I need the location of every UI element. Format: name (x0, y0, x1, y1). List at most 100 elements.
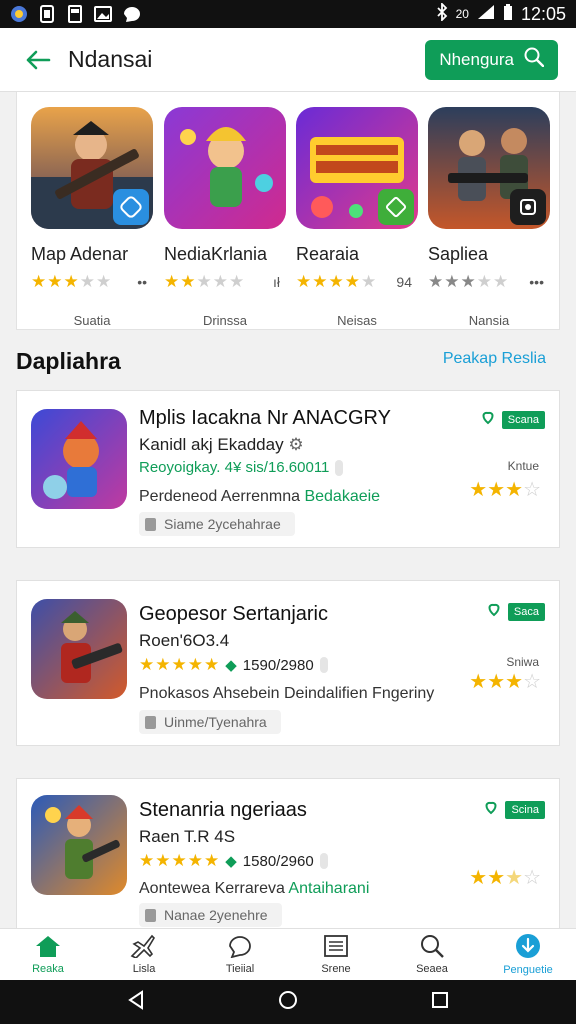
battery-icon (503, 3, 513, 26)
item-description: Aontewea Kerrareva Antaiharani (139, 880, 369, 898)
list-item[interactable]: Mplis Iacakna Nr ANACGRY Kanidl akj Ekad… (16, 390, 560, 548)
item-pill: Siame 2ycehahrae (139, 512, 295, 536)
heart-icon[interactable] (483, 799, 499, 820)
featured-games-carousel: Map Adenar ★ ★ ★ ★ ★ •• NediaKrlania ★ ★ ★ ★ ★ ı… (16, 92, 560, 330)
item-description: Perdeneod Aerrenmna Bedakaeie (139, 488, 380, 506)
verified-icon: ⚙ (288, 435, 304, 454)
clock: 12:05 (520, 3, 566, 24)
game-name: Map Adenar (31, 244, 129, 264)
item-title: Geopesor Sertanjaric (139, 603, 328, 625)
item-description: Pnokasos Ahsebein Deindalifien Fngeriny (139, 685, 434, 703)
back-arrow-icon[interactable] (18, 40, 58, 80)
nav-item-explore[interactable]: Lisla (96, 929, 192, 980)
nav-label: Lisla (132, 963, 156, 975)
chat-icon (226, 934, 254, 961)
back-triangle-icon[interactable] (126, 989, 146, 1015)
game-thumbnail (164, 107, 286, 229)
list-icon (322, 934, 350, 961)
featured-game-card[interactable]: NediaKrlania ★ ★ ★ ★ ★ ıł (164, 107, 286, 292)
heart-icon[interactable] (486, 601, 502, 622)
rating-caption: Kntue (507, 459, 539, 473)
more-indicator: ıł (273, 274, 280, 290)
game-thumbnail (428, 107, 550, 229)
more-indicator: ••• (529, 274, 544, 290)
rating-caption: Sniwa (506, 655, 539, 669)
game-name: Rearaia (296, 244, 360, 264)
download-icon (514, 933, 542, 962)
section-see-more-link[interactable]: Peakap Reslia (443, 350, 546, 368)
item-meta: Reoyoigkay. 4¥ sis/16.60011 (139, 459, 344, 476)
item-pill-text: Nanae 2yenehre (164, 907, 268, 923)
recents-square-icon[interactable] (430, 990, 450, 1015)
storage-icon (66, 5, 84, 23)
item-subtitle: Kanidl akj Ekadday ⚙ (139, 435, 304, 455)
plane-icon (130, 934, 158, 961)
featured-game-card[interactable]: Map Adenar ★ ★ ★ ★ ★ •• (31, 107, 153, 292)
item-pill: Uinme/Tyenahra (139, 710, 281, 734)
game-rating: ★ ★ ★ ★ ★ ••• (428, 272, 550, 292)
item-meta-text: Reoyoigkay. 4¥ sis/16.60011 (139, 459, 330, 476)
item-description-highlight: Antaiharani (288, 880, 370, 897)
featured-game-card[interactable]: Rearaia ★ ★ ★ ★ ★ 94 (296, 107, 418, 292)
app-notification-icon (10, 5, 28, 23)
chat-notification-icon (122, 5, 140, 23)
app-header: Ndansai Nhengura (0, 28, 576, 92)
game-caption: Nansia (468, 313, 510, 328)
search-icon (418, 934, 446, 961)
item-line-stars: ★ ★ ★ ★ ★ (139, 655, 220, 674)
nav-item-list[interactable]: Srene (288, 929, 384, 980)
nav-label: Seaea (416, 963, 448, 975)
nav-label: Reaka (32, 963, 64, 975)
item-description-highlight: Bedakaeie (304, 488, 381, 505)
status-badge: Scina (505, 800, 545, 819)
item-pill-text: Siame 2ycehahrae (164, 516, 281, 532)
meta-divider (319, 657, 328, 673)
home-icon (34, 934, 62, 961)
game-rating: ★ ★ ★ ★ ★ ıł (164, 272, 286, 292)
item-meta: ★ ★ ★ ★ ★ ◆ 1580/2960 (139, 851, 328, 871)
rating-stars: ★ ★ ★ ★ ★ (164, 272, 245, 291)
game-thumbnail (31, 599, 127, 699)
item-subtitle-text: Raen T.R 4S (139, 827, 236, 846)
controller-badge-icon (113, 189, 149, 225)
header-action-label: Nhengura (439, 49, 514, 69)
tag-icon: ◆ (225, 657, 237, 674)
item-subtitle-text: Kanidl akj Ekadday (139, 435, 284, 454)
list-item[interactable]: Geopesor Sertanjaric Roen'6O3.4 ★ ★ ★ ★ ★ ◆ … (16, 580, 560, 746)
nav-label: Penguetie (503, 964, 553, 976)
item-tag-group: Scana (480, 409, 545, 430)
header-action-button[interactable]: Nhengura (425, 39, 558, 80)
heart-icon[interactable] (480, 409, 496, 430)
list-item[interactable]: Stenanria ngeriaas Raen T.R 4S ★ ★ ★ ★ ★ ◆ 1… (16, 778, 560, 928)
rating-stars: ★★★☆ (469, 867, 541, 889)
item-subtitle: Raen T.R 4S (139, 827, 235, 847)
search-icon (524, 47, 545, 72)
cell-signal-icon (477, 4, 495, 25)
bottom-navigation: Reaka Lisla Tieiial Srene Seaea Pengueti… (0, 928, 576, 980)
sim-card-icon (38, 5, 56, 23)
system-navigation-bar (0, 980, 576, 1024)
more-indicator: 94 (396, 274, 412, 290)
nav-item-chat[interactable]: Tieiial (192, 929, 288, 980)
item-meta: ★ ★ ★ ★ ★ ◆ 1590/2980 (139, 655, 328, 675)
rating-stars: ★★★☆ (469, 671, 541, 693)
lock-icon (145, 908, 156, 922)
camera-badge-icon (510, 189, 546, 225)
section-title: Dapliahra (16, 348, 121, 374)
status-bar: 20 12:05 (0, 0, 576, 28)
nav-item-search[interactable]: Seaea (384, 929, 480, 980)
home-circle-icon[interactable] (278, 990, 298, 1015)
item-subtitle-text: Roen'6O3.4 (139, 631, 230, 650)
game-caption: Neisas (337, 313, 377, 328)
status-badge: Saca (507, 602, 545, 621)
game-thumbnail (31, 107, 153, 229)
lock-icon (145, 715, 156, 729)
item-description-text: Pnokasos Ahsebein Deindalifien Fngeriny (139, 685, 435, 702)
nav-item-downloads[interactable]: Penguetie (480, 929, 576, 980)
item-subtitle: Roen'6O3.4 (139, 631, 229, 651)
game-rating: ★ ★ ★ ★ ★ 94 (296, 272, 418, 292)
item-description-text: Aontewea Kerrareva (139, 880, 289, 897)
nav-item-home[interactable]: Reaka (0, 929, 96, 980)
bluetooth-icon (436, 1, 448, 26)
featured-game-card[interactable]: Sapliea ★ ★ ★ ★ ★ ••• (428, 107, 550, 292)
